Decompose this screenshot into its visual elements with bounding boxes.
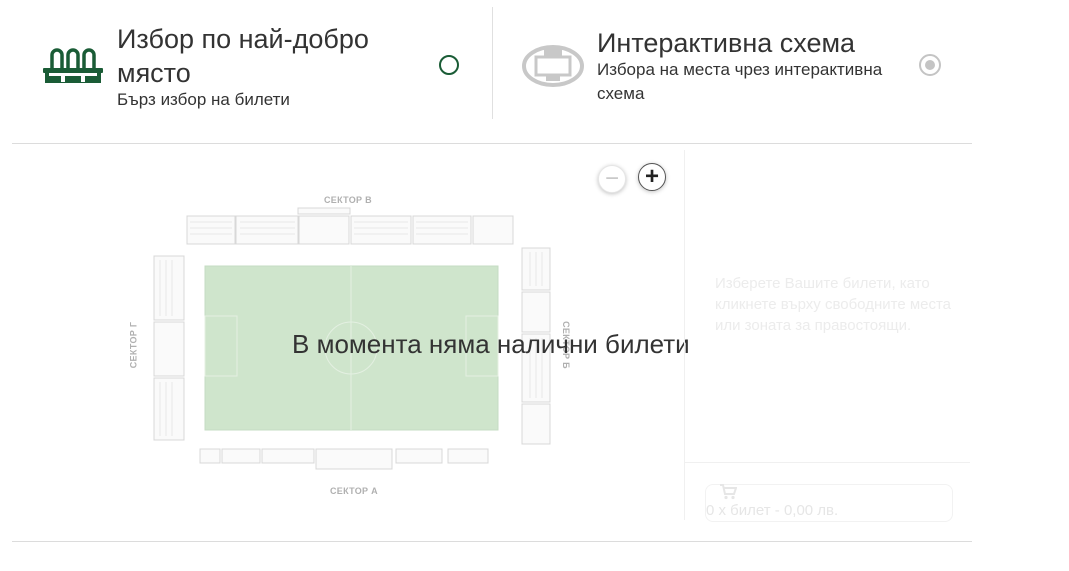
option-divider [492, 7, 493, 119]
sector-label-west: СЕКТОР Г [128, 321, 139, 369]
stand-west[interactable] [153, 255, 185, 441]
option-subtitle: Избора на места чрез интерактивна схема [597, 60, 883, 103]
zoom-in-button[interactable]: + [638, 163, 666, 191]
stadium-icon [522, 44, 584, 93]
sector-label-north: СЕКТОР В [324, 195, 372, 205]
option-subtitle: Бърз избор на билети [117, 90, 290, 109]
mode-option-interactive-map[interactable]: Интерактивна схема Избора на места чрез … [520, 0, 960, 120]
option-title: Интерактивна схема [597, 28, 856, 58]
mode-option-best-seat[interactable]: Избор по най-добро място Бърз избор на б… [40, 0, 470, 120]
best-seat-radio[interactable] [439, 55, 459, 75]
interactive-map-radio[interactable] [919, 54, 941, 76]
section-divider-top [12, 143, 972, 144]
cart-summary-text: 0 x билет - 0,00 лв. [706, 502, 839, 519]
sidebar-divider [684, 150, 685, 520]
zoom-out-button[interactable]: − [598, 165, 626, 193]
option-title: Избор по най-добро място [117, 24, 369, 88]
stand-north[interactable] [186, 207, 514, 245]
selection-hint: Изберете Вашите билети, като кликнете въ… [715, 275, 952, 334]
sector-label-south: СЕКТОР А [330, 486, 378, 496]
no-tickets-message: В момента няма налични билети [292, 329, 690, 359]
seats-icon [42, 46, 104, 91]
sidebar-divider-horizontal [684, 462, 970, 463]
stand-south[interactable] [199, 448, 489, 470]
section-divider-bottom [12, 541, 972, 542]
cart-summary-box[interactable]: 0 x билет - 0,00 лв. [705, 484, 953, 522]
